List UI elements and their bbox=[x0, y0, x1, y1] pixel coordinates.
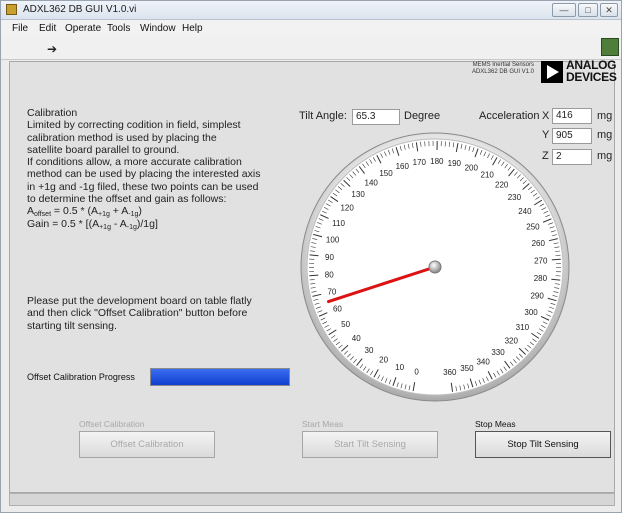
menu-window[interactable]: Window bbox=[140, 23, 176, 34]
gauge-tick-label: 10 bbox=[395, 363, 404, 372]
calibration-line: calibration method is used by placing th… bbox=[27, 131, 217, 144]
gauge-tick-label: 220 bbox=[495, 181, 509, 190]
gauge-tick-label: 300 bbox=[524, 308, 538, 317]
instruction-line: starting tilt sensing. bbox=[27, 319, 117, 332]
gauge-tick-label: 50 bbox=[341, 320, 350, 329]
offset-formula: Aoffset = 0.5 * (A+1g + A-1g) bbox=[27, 205, 142, 219]
gauge-tick-label: 290 bbox=[530, 291, 544, 300]
gauge-tick-label: 260 bbox=[532, 239, 546, 248]
gauge-tick-label: 80 bbox=[325, 270, 334, 279]
offset-progress-label: Offset Calibration Progress bbox=[27, 372, 135, 382]
calibration-line: If conditions allow, a more accurate cal… bbox=[27, 156, 242, 169]
gauge-tick-label: 310 bbox=[516, 323, 530, 332]
context-help-icon[interactable] bbox=[601, 38, 619, 56]
accel-y-unit: mg bbox=[597, 129, 613, 141]
tilt-angle-gauge: 0 10 20 30 4050 60 70 80 90 100 110 120 130140150160… bbox=[300, 132, 570, 402]
gauge-tick-label: 100 bbox=[326, 236, 340, 245]
gauge-tick-label: 280 bbox=[534, 274, 548, 283]
close-button[interactable]: ✕ bbox=[600, 3, 618, 17]
offset-calibration-button[interactable]: Offset Calibration bbox=[79, 431, 215, 458]
stop-meas-caption: Stop Meas bbox=[475, 419, 516, 429]
instructions-text: Please put the development board on tabl… bbox=[27, 295, 297, 332]
application-window: ADXL362 DB GUI V1.0.vi — □ ✕ File Edit O… bbox=[0, 0, 622, 513]
toolbar: ➔ bbox=[1, 37, 621, 60]
gauge-tick-label: 170 bbox=[413, 158, 427, 167]
start-tilt-sensing-button[interactable]: Start Tilt Sensing bbox=[302, 431, 438, 458]
gauge-major-tick bbox=[309, 274, 319, 277]
status-strip bbox=[9, 493, 615, 506]
gauge-tick-label: 210 bbox=[481, 171, 495, 180]
gauge-tick-label: 240 bbox=[518, 207, 532, 216]
logo-word-devices: DEVICES bbox=[566, 70, 617, 84]
menu-help[interactable]: Help bbox=[182, 23, 203, 34]
menu-bar: File Edit Operate Tools Window Help bbox=[1, 20, 621, 37]
gauge-tick-label: 270 bbox=[534, 257, 548, 266]
gauge-hub bbox=[428, 260, 442, 274]
analog-devices-logo-icon bbox=[541, 61, 563, 83]
accel-z-unit: mg bbox=[597, 150, 613, 162]
tilt-angle-unit: Degree bbox=[404, 110, 441, 122]
gauge-tick-label: 350 bbox=[460, 364, 474, 373]
maximize-button[interactable]: □ bbox=[578, 3, 598, 17]
calibration-description: Calibration Limited by correcting coditi… bbox=[27, 107, 305, 231]
product-caption: MEMS Inertial Sensors ADXL362 DB GUI V1.… bbox=[444, 62, 534, 76]
gauge-tick-label: 340 bbox=[476, 357, 490, 366]
instruction-line: and then click "Offset Calibration" butt… bbox=[27, 307, 248, 320]
gauge-tick-label: 230 bbox=[508, 193, 522, 202]
acceleration-label: Acceleration bbox=[479, 110, 540, 122]
offset-calibration-caption: Offset Calibration bbox=[79, 419, 145, 429]
gauge-major-tick bbox=[551, 258, 561, 261]
gauge-tick-label: 110 bbox=[332, 219, 345, 228]
gauge-tick-label: 20 bbox=[379, 356, 388, 365]
offset-progress-fill bbox=[151, 369, 289, 385]
tilt-angle-label: Tilt Angle: bbox=[299, 110, 347, 122]
run-arrow-icon[interactable]: ➔ bbox=[47, 42, 57, 56]
accel-x-indicator: 416 bbox=[552, 108, 592, 124]
tilt-angle-indicator: 65.3 bbox=[352, 109, 400, 125]
offset-progress-bar bbox=[150, 368, 290, 386]
accel-x-unit: mg bbox=[597, 110, 613, 122]
calibration-line: method can be used by placing the intere… bbox=[27, 168, 261, 181]
start-meas-caption: Start Meas bbox=[302, 419, 344, 429]
gui-version-caption: ADXL362 DB GUI V1.0 bbox=[471, 69, 534, 75]
menu-operate[interactable]: Operate bbox=[65, 23, 101, 34]
calibration-line: to determine the offset and gain as foll… bbox=[27, 193, 227, 206]
accel-x-label: X bbox=[542, 110, 550, 122]
gauge-tick-label: 160 bbox=[396, 162, 410, 171]
gauge-tick-label: 180 bbox=[430, 157, 444, 166]
gauge-tick-label: 250 bbox=[526, 222, 540, 231]
gauge-tick-label: 90 bbox=[325, 253, 334, 262]
gauge-tick-label: 330 bbox=[491, 348, 505, 357]
gauge-tick-label: 150 bbox=[379, 169, 393, 178]
menu-edit[interactable]: Edit bbox=[39, 23, 56, 34]
gauge-tick-label: 60 bbox=[333, 304, 342, 313]
mems-caption: MEMS Inertial Sensors bbox=[472, 62, 534, 68]
title-bar: ADXL362 DB GUI V1.0.vi — □ ✕ bbox=[1, 1, 621, 20]
gauge-tick-label: 360 bbox=[443, 368, 457, 377]
gauge-tick-label: 200 bbox=[465, 163, 479, 172]
gauge-tick-label: 130 bbox=[351, 190, 365, 199]
calibration-line: Limited by correcting codition in field,… bbox=[27, 119, 241, 132]
gain-formula: Gain = 0.5 * [(A+1g - A-1g)/1g] bbox=[27, 217, 158, 231]
gauge-tick-label: 140 bbox=[365, 178, 379, 187]
menu-tools[interactable]: Tools bbox=[107, 23, 130, 34]
calibration-title: Calibration bbox=[27, 107, 78, 119]
instruction-line: Please put the development board on tabl… bbox=[27, 295, 252, 307]
menu-file[interactable]: File bbox=[12, 23, 28, 34]
minimize-button[interactable]: — bbox=[552, 3, 576, 17]
gauge-tick-label: 190 bbox=[448, 159, 462, 168]
gauge-tick-label: 120 bbox=[340, 204, 354, 213]
gauge-tick-label: 70 bbox=[327, 288, 336, 297]
stop-tilt-sensing-button[interactable]: Stop Tilt Sensing bbox=[475, 431, 611, 458]
window-title: ADXL362 DB GUI V1.0.vi bbox=[23, 4, 137, 15]
calibration-line: in +1g and -1g filed, these two points c… bbox=[27, 180, 259, 193]
gauge-tick-label: 40 bbox=[352, 334, 361, 343]
labview-app-icon bbox=[6, 4, 17, 15]
gauge-tick-label: 320 bbox=[505, 337, 519, 346]
calibration-line: satellite board parallel to ground. bbox=[27, 143, 180, 156]
gauge-tick-label: 0 bbox=[414, 367, 419, 376]
gauge-tick-label: 30 bbox=[365, 346, 374, 355]
